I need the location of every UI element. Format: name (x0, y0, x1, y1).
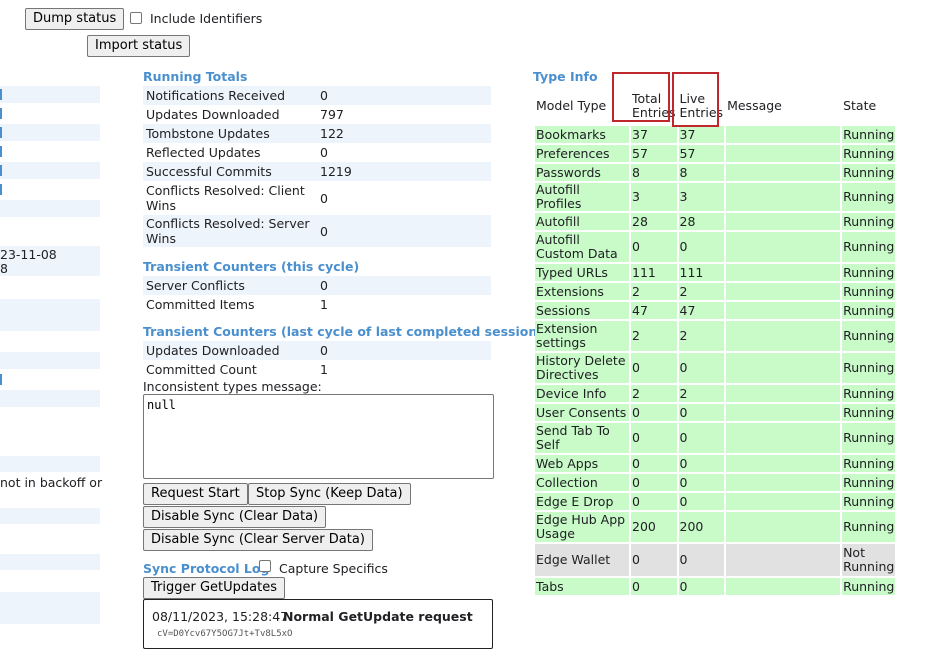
table-row: Device Info 2 2 Running (535, 385, 896, 402)
table-row: Conflicts Resolved: Server Wins 0 (143, 215, 491, 247)
type-info-title: Type Info (533, 69, 598, 84)
transient-cycle-title: Transient Counters (this cycle) (143, 259, 360, 274)
table-row: User Consents 0 0 Running (535, 404, 896, 421)
include-identifiers-label: Include Identifiers (150, 11, 263, 26)
table-row: Autofill 28 28 Running (535, 213, 896, 230)
transient-cycle-table: Server Conflicts 0 Committed Items 1 (143, 276, 491, 314)
table-row: Conflicts Resolved: Client Wins 0 (146, 183, 328, 213)
request-start-button[interactable]: Request Start (143, 483, 248, 505)
highlight-box-total-entries (612, 72, 670, 122)
table-row: Tabs 0 0 Running (535, 578, 896, 595)
table-row: Updates Downloaded 0 (143, 341, 491, 360)
table-row: Extension settings 2 2 Running (535, 321, 896, 351)
dump-status-button[interactable]: Dump status (25, 8, 125, 30)
inconsistent-types-textarea[interactable] (143, 394, 494, 479)
left-date-line2: 8 (0, 261, 8, 276)
header-state: State (843, 98, 877, 113)
highlight-box-live-entries (672, 72, 719, 127)
table-row: Notifications Received 0 (143, 86, 491, 105)
left-backoff-text: not in backoff or (0, 475, 103, 490)
table-row: Typed URLs 111 111 Running (535, 264, 896, 281)
include-identifiers-checkbox[interactable] (130, 12, 142, 24)
left-date-line1: 23-11-08 (0, 247, 57, 262)
trigger-getupdates-button[interactable]: Trigger GetUpdates (143, 577, 285, 599)
table-row: Committed Count 1 (146, 362, 328, 377)
sync-protocol-log-title: Sync Protocol Log (143, 561, 270, 576)
table-row: Edge Hub App Usage 200 200 Running (535, 512, 896, 542)
table-row: Preferences 57 57 Running (535, 145, 896, 162)
header-message: Message (727, 98, 782, 113)
transient-last-title: Transient Counters (last cycle of last c… (143, 324, 543, 339)
running-totals-table: Notifications Received 0 Updates Download… (143, 86, 491, 247)
table-row: Web Apps 0 0 Running (535, 455, 896, 472)
stop-sync-button[interactable]: Stop Sync (Keep Data) (248, 483, 411, 505)
type-info-table: Model Type Total Entries Live Entries Me… (533, 86, 897, 597)
table-row: Bookmarks 37 37 Running (535, 126, 896, 143)
table-row: Committed Items 1 (146, 297, 328, 312)
table-row: History Delete Directives 0 0 Running (535, 353, 896, 383)
log-entry-title[interactable]: Normal GetUpdate request (283, 609, 473, 624)
inconsistent-types-label: Inconsistent types message: (143, 379, 322, 394)
capture-specifics-label: Capture Specifics (279, 561, 388, 576)
disable-sync-button[interactable]: Disable Sync (Clear Data) (143, 506, 327, 528)
table-row: Server Conflicts 0 (143, 276, 491, 295)
log-entry-time: 08/11/2023, 15:28:47 (152, 609, 289, 624)
disable-sync-server-button[interactable]: Disable Sync (Clear Server Data) (143, 529, 373, 551)
table-row: Edge E Drop 0 0 Running (535, 493, 896, 510)
table-row: Passwords 8 8 Running (535, 164, 896, 181)
table-row: Updates Downloaded 797 (146, 107, 344, 122)
table-row: Autofill Profiles 3 3 Running (535, 182, 896, 211)
running-totals-title: Running Totals (143, 69, 248, 84)
table-row: Autofill Custom Data 0 0 Running (535, 232, 896, 262)
table-row: Tombstone Updates 122 (143, 124, 491, 143)
table-row: Edge Wallet 0 0 Not Running (535, 544, 896, 576)
transient-last-table: Updates Downloaded 0 Committed Count 1 (143, 341, 491, 379)
log-entry-subtext: cV=D0Ycv67Y5OG7Jt+Tv8L5xO (157, 629, 293, 639)
table-row: Send Tab To Self 0 0 Running (535, 423, 896, 453)
table-row: Sessions 47 47 Running (535, 302, 896, 319)
import-status-button[interactable]: Import status (87, 35, 191, 57)
table-row: Reflected Updates 0 (146, 145, 328, 160)
table-row: Collection 0 0 Running (535, 474, 896, 491)
protocol-log-box[interactable]: 08/11/2023, 15:28:47 Normal GetUpdate re… (143, 599, 493, 649)
capture-specifics-checkbox[interactable] (259, 560, 271, 572)
table-row: Successful Commits 1219 (143, 162, 491, 181)
table-row: Extensions 2 2 Running (535, 283, 896, 300)
